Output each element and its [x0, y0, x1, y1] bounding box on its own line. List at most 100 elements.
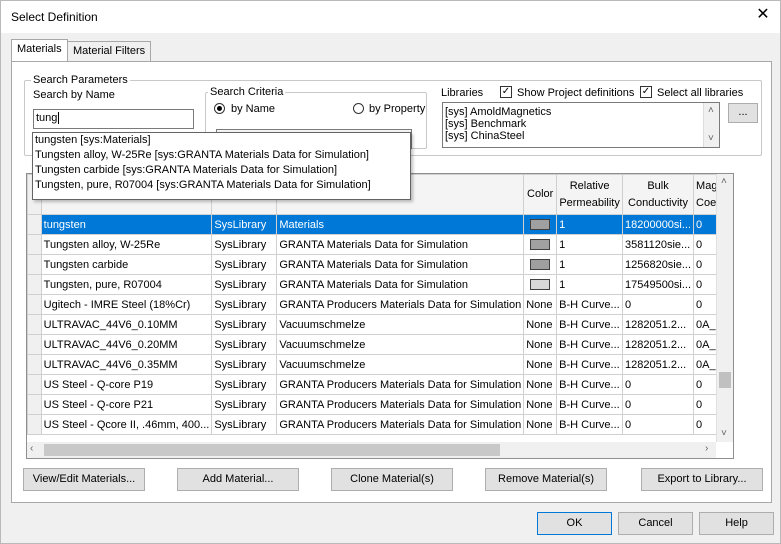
- cell-location[interactable]: SysLibrary: [211, 414, 278, 435]
- table-vertical-scrollbar[interactable]: ˄ ˅: [716, 174, 733, 442]
- table-row[interactable]: tungsten SysLibrary Materials 1 18200000si..…: [27, 214, 733, 235]
- cell-name[interactable]: ULTRAVAC_44V6_0.20MM: [40, 334, 213, 355]
- cell-origin[interactable]: Materials: [276, 214, 525, 235]
- table-row[interactable]: Tungsten, pure, R07004 SysLibrary GRANTA M…: [27, 274, 733, 295]
- cell-name[interactable]: US Steel - Q-core P21: [40, 394, 213, 415]
- cell-name[interactable]: US Steel - Q-core P19: [40, 374, 213, 395]
- row-header[interactable]: [27, 374, 42, 395]
- by-property-radio[interactable]: [353, 103, 364, 114]
- cell-relative-permeability[interactable]: 1: [556, 214, 623, 235]
- cell-relative-permeability[interactable]: B-H Curve...: [556, 374, 623, 395]
- autocomplete-item[interactable]: Tungsten carbide [sys:GRANTA Materials D…: [33, 163, 410, 178]
- header-bulk-conductivity[interactable]: Bulk Conductivity: [621, 174, 695, 215]
- cell-color[interactable]: [523, 214, 558, 235]
- color-swatch[interactable]: [530, 219, 551, 231]
- autocomplete-item[interactable]: Tungsten alloy, W-25Re [sys:GRANTA Mater…: [33, 148, 410, 163]
- export-to-library-button[interactable]: Export to Library...: [641, 468, 763, 491]
- cell-origin[interactable]: GRANTA Producers Materials Data for Simu…: [276, 374, 525, 395]
- cell-location[interactable]: SysLibrary: [211, 354, 278, 375]
- color-swatch[interactable]: [530, 239, 551, 251]
- cell-relative-permeability[interactable]: B-H Curve...: [556, 394, 623, 415]
- cell-origin[interactable]: Vacuumschmelze: [276, 354, 525, 375]
- cell-name[interactable]: tungsten: [40, 214, 213, 235]
- row-header[interactable]: [27, 314, 42, 335]
- scroll-up-icon[interactable]: ˄: [721, 176, 727, 187]
- remove-materials-button[interactable]: Remove Material(s): [485, 468, 607, 491]
- select-all-libraries-checkbox[interactable]: ✓: [640, 86, 652, 98]
- cell-color[interactable]: [523, 254, 558, 275]
- scroll-left-icon[interactable]: ‹: [30, 443, 33, 454]
- table-horizontal-scrollbar[interactable]: ‹ ›: [27, 442, 716, 458]
- cell-name[interactable]: US Steel - Qcore II, .46mm, 400...: [40, 414, 213, 435]
- cell-color[interactable]: [523, 234, 558, 255]
- cell-location[interactable]: SysLibrary: [211, 214, 278, 235]
- cell-bulk-conductivity[interactable]: 0: [621, 294, 695, 315]
- row-header[interactable]: [27, 354, 42, 375]
- cell-origin[interactable]: GRANTA Producers Materials Data for Simu…: [276, 414, 525, 435]
- cancel-button[interactable]: Cancel: [618, 512, 693, 535]
- color-swatch[interactable]: [530, 279, 551, 291]
- cell-origin[interactable]: Vacuumschmelze: [276, 314, 525, 335]
- cell-name[interactable]: Tungsten carbide: [40, 254, 213, 275]
- color-swatch[interactable]: [530, 259, 551, 271]
- cell-bulk-conductivity[interactable]: 1282051.2...: [621, 354, 695, 375]
- cell-relative-permeability[interactable]: 1: [556, 274, 623, 295]
- search-input[interactable]: tung: [33, 109, 194, 129]
- cell-location[interactable]: SysLibrary: [211, 254, 278, 275]
- cell-color[interactable]: None: [523, 394, 558, 415]
- scroll-thumb[interactable]: [719, 372, 731, 388]
- table-row[interactable]: Ugitech - IMRE Steel (18%Cr) SysLibrary GR…: [27, 294, 733, 315]
- cell-relative-permeability[interactable]: B-H Curve...: [556, 414, 623, 435]
- cell-origin[interactable]: GRANTA Producers Materials Data for Simu…: [276, 294, 525, 315]
- table-row[interactable]: ULTRAVAC_44V6_0.35MM SysLibrary Vacuumschm…: [27, 354, 733, 375]
- cell-origin[interactable]: GRANTA Materials Data for Simulation: [276, 234, 525, 255]
- table-row[interactable]: US Steel - Q-core P21 SysLibrary GRANTA Pr…: [27, 394, 733, 415]
- cell-color[interactable]: [523, 274, 558, 295]
- close-icon[interactable]: ✕: [750, 5, 776, 27]
- cell-name[interactable]: Tungsten, pure, R07004: [40, 274, 213, 295]
- scroll-down-icon[interactable]: ˅: [721, 428, 727, 439]
- libraries-list[interactable]: [sys] AmoldMagnetics [sys] Benchmark [sy…: [442, 102, 720, 148]
- scroll-right-icon[interactable]: ›: [705, 443, 708, 454]
- cell-bulk-conductivity[interactable]: 1256820sie...: [621, 254, 695, 275]
- cell-origin[interactable]: GRANTA Producers Materials Data for Simu…: [276, 394, 525, 415]
- cell-color[interactable]: None: [523, 314, 558, 335]
- table-row[interactable]: Tungsten alloy, W-25Re SysLibrary GRANTA M…: [27, 234, 733, 255]
- row-header[interactable]: [27, 334, 42, 355]
- cell-origin[interactable]: GRANTA Materials Data for Simulation: [276, 254, 525, 275]
- library-item[interactable]: [sys] Benchmark: [443, 118, 719, 130]
- help-button[interactable]: Help: [699, 512, 774, 535]
- cell-color[interactable]: None: [523, 294, 558, 315]
- table-row[interactable]: Tungsten carbide SysLibrary GRANTA Materia…: [27, 254, 733, 275]
- cell-relative-permeability[interactable]: 1: [556, 254, 623, 275]
- row-header[interactable]: [27, 234, 42, 255]
- cell-location[interactable]: SysLibrary: [211, 294, 278, 315]
- view-edit-materials-button[interactable]: View/Edit Materials...: [23, 468, 145, 491]
- clone-materials-button[interactable]: Clone Material(s): [331, 468, 453, 491]
- cell-origin[interactable]: GRANTA Materials Data for Simulation: [276, 274, 525, 295]
- cell-location[interactable]: SysLibrary: [211, 234, 278, 255]
- show-project-definitions-checkbox[interactable]: ✓: [500, 86, 512, 98]
- by-name-radio[interactable]: [214, 103, 225, 114]
- row-header[interactable]: [27, 214, 42, 235]
- table-row[interactable]: US Steel - Qcore II, .46mm, 400... SysLib…: [27, 414, 733, 435]
- table-row[interactable]: ULTRAVAC_44V6_0.20MM SysLibrary Vacuumschm…: [27, 334, 733, 355]
- cell-name[interactable]: Tungsten alloy, W-25Re: [40, 234, 213, 255]
- autocomplete-dropdown[interactable]: tungsten [sys:Materials] Tungsten alloy,…: [32, 132, 411, 200]
- header-relative-permeability[interactable]: Relative Permeability: [556, 174, 623, 215]
- cell-relative-permeability[interactable]: 1: [556, 234, 623, 255]
- autocomplete-item[interactable]: Tungsten, pure, R07004 [sys:GRANTA Mater…: [33, 178, 410, 193]
- add-material-button[interactable]: Add Material...: [177, 468, 299, 491]
- row-header[interactable]: [27, 394, 42, 415]
- cell-bulk-conductivity[interactable]: 0: [621, 394, 695, 415]
- cell-relative-permeability[interactable]: B-H Curve...: [556, 354, 623, 375]
- header-color[interactable]: Color: [523, 174, 558, 215]
- cell-color[interactable]: None: [523, 334, 558, 355]
- cell-relative-permeability[interactable]: B-H Curve...: [556, 314, 623, 335]
- scroll-down-icon[interactable]: ˅: [708, 133, 714, 144]
- cell-color[interactable]: None: [523, 354, 558, 375]
- table-row[interactable]: US Steel - Q-core P19 SysLibrary GRANTA Pr…: [27, 374, 733, 395]
- cell-bulk-conductivity[interactable]: 18200000si...: [621, 214, 695, 235]
- row-header[interactable]: [27, 274, 42, 295]
- cell-bulk-conductivity[interactable]: 1282051.2...: [621, 334, 695, 355]
